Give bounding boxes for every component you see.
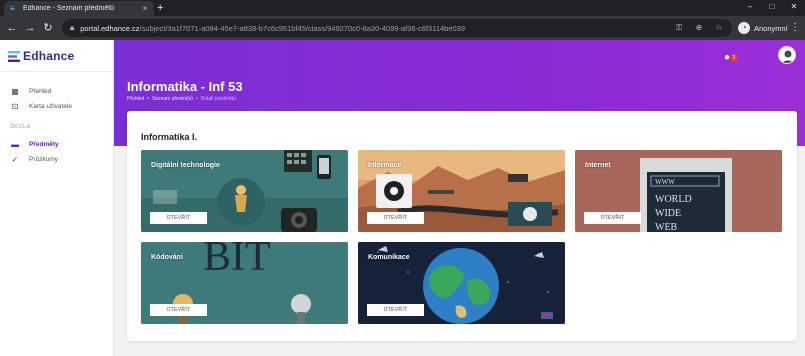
incognito-profile[interactable]: ◔ Anonymní — [738, 20, 788, 36]
panel-title: Informatika I. — [141, 132, 198, 142]
page-title: Informatika - Inf 53 — [127, 79, 243, 94]
url-text: portal.edhance.cz/subject/3a1f7071-a084-… — [80, 23, 466, 33]
internet-line: WEB — [655, 222, 678, 232]
new-tab-button[interactable]: + — [157, 1, 163, 15]
edhance-favicon-icon: ≡ — [10, 3, 15, 13]
open-button[interactable]: OTEVŘÍT — [584, 212, 641, 224]
tab-close-icon[interactable]: × — [140, 4, 150, 13]
grid-icon: ▦ — [11, 86, 19, 96]
internet-line: WORLD — [655, 194, 692, 205]
brand-logo[interactable]: Edhance — [8, 49, 74, 63]
sidebar-item-overview[interactable]: ▦ Přehled — [10, 85, 51, 97]
breadcrumb-separator: • — [147, 96, 149, 102]
notification-badge: 3 — [730, 54, 738, 62]
bookmark-star-icon[interactable]: ☆ — [712, 22, 726, 34]
breadcrumb-separator: • — [195, 96, 198, 102]
sidebar-item-surveys[interactable]: ✓ Průzkumy — [10, 153, 58, 165]
sidebar-item-subjects[interactable]: ▬ Předměty — [10, 138, 59, 150]
user-card-icon: ⊡ — [11, 101, 19, 111]
check-circle-icon: ✓ — [11, 154, 19, 164]
tab-title: Edhance - Seznam předmětů — [23, 5, 115, 12]
breadcrumb-item[interactable]: Přehled — [127, 96, 144, 102]
browser-tab-bar: ≡ Edhance - Seznam předmětů × + – □ ✕ — [0, 0, 805, 16]
divider — [0, 71, 113, 72]
key-icon[interactable]: ⚿ — [672, 22, 686, 34]
sidebar-item-label: Průzkumy — [29, 155, 58, 163]
sidebar: Edhance ▦ Přehled ⊡ Karta uživatele ŠKOL… — [0, 40, 114, 356]
internet-line: WIDE — [655, 208, 681, 219]
subject-panel: Informatika I. Digitální technologie OTE… — [127, 111, 797, 341]
card-title: Komunikace — [368, 254, 410, 261]
reload-icon[interactable]: ↻ — [40, 20, 56, 36]
edhance-logo-icon — [8, 50, 20, 62]
sidebar-item-label: Přehled — [29, 87, 52, 95]
breadcrumb: Přehled • Seznam předmětů • Detail předm… — [127, 96, 236, 102]
maximize-button[interactable]: □ — [762, 0, 782, 16]
browser-tab[interactable]: ≡ Edhance - Seznam předmětů × — [4, 1, 154, 16]
open-button[interactable]: OTEVŘÍT — [150, 304, 207, 316]
sidebar-section-label: ŠKOLA — [10, 124, 31, 130]
user-avatar[interactable] — [778, 46, 796, 64]
close-window-button[interactable]: ✕ — [784, 0, 804, 16]
card-title: Internet — [585, 162, 611, 169]
minimize-button[interactable]: – — [740, 0, 760, 16]
topic-card[interactable]: WWW WORLD WIDE WEB Internet OTEVŘÍT — [575, 150, 782, 232]
card-title: Kódování — [151, 254, 183, 261]
browser-menu-icon[interactable]: ⋮ — [790, 20, 800, 36]
address-bar[interactable]: 🔒︎ portal.edhance.cz/subject/3a1f7071-a0… — [62, 19, 732, 37]
main-content: Informatika - Inf 53 Přehled • Seznam př… — [114, 40, 805, 356]
topic-card[interactable]: Informace OTEVŘÍT — [358, 150, 565, 232]
browser-toolbar: ← → ↻ 🔒︎ portal.edhance.cz/subject/3a1f7… — [0, 16, 805, 40]
internet-line: WWW — [655, 178, 675, 186]
open-button[interactable]: OTEVŘÍT — [367, 304, 424, 316]
back-icon[interactable]: ← — [4, 20, 20, 36]
card-title: Digitální technologie — [151, 162, 220, 169]
lock-icon: 🔒︎ — [70, 23, 75, 32]
zoom-icon[interactable]: ⊕ — [692, 22, 706, 34]
topic-card[interactable]: BIT Kódování OTEVŘÍT — [141, 242, 348, 324]
breadcrumb-item[interactable]: Seznam předmětů — [152, 96, 193, 102]
sidebar-item-user-card[interactable]: ⊡ Karta uživatele — [10, 100, 72, 112]
card-title: Informace — [368, 162, 402, 169]
bit-text: BIT — [203, 242, 271, 280]
open-button[interactable]: OTEVŘÍT — [150, 212, 207, 224]
breadcrumb-current: Detail předmětu — [200, 96, 236, 102]
brand-name: Edhance — [23, 49, 75, 63]
folder-icon: ▬ — [11, 139, 19, 149]
forward-icon[interactable]: → — [22, 20, 38, 36]
topic-card[interactable]: Komunikace OTEVŘÍT — [358, 242, 565, 324]
sidebar-item-label: Předměty — [29, 140, 59, 148]
open-button[interactable]: OTEVŘÍT — [367, 212, 424, 224]
incognito-icon: ◔ — [738, 22, 750, 34]
sidebar-item-label: Karta uživatele — [29, 102, 72, 110]
avatar-icon — [781, 50, 795, 63]
topic-card[interactable]: Digitální technologie OTEVŘÍT — [141, 150, 348, 232]
